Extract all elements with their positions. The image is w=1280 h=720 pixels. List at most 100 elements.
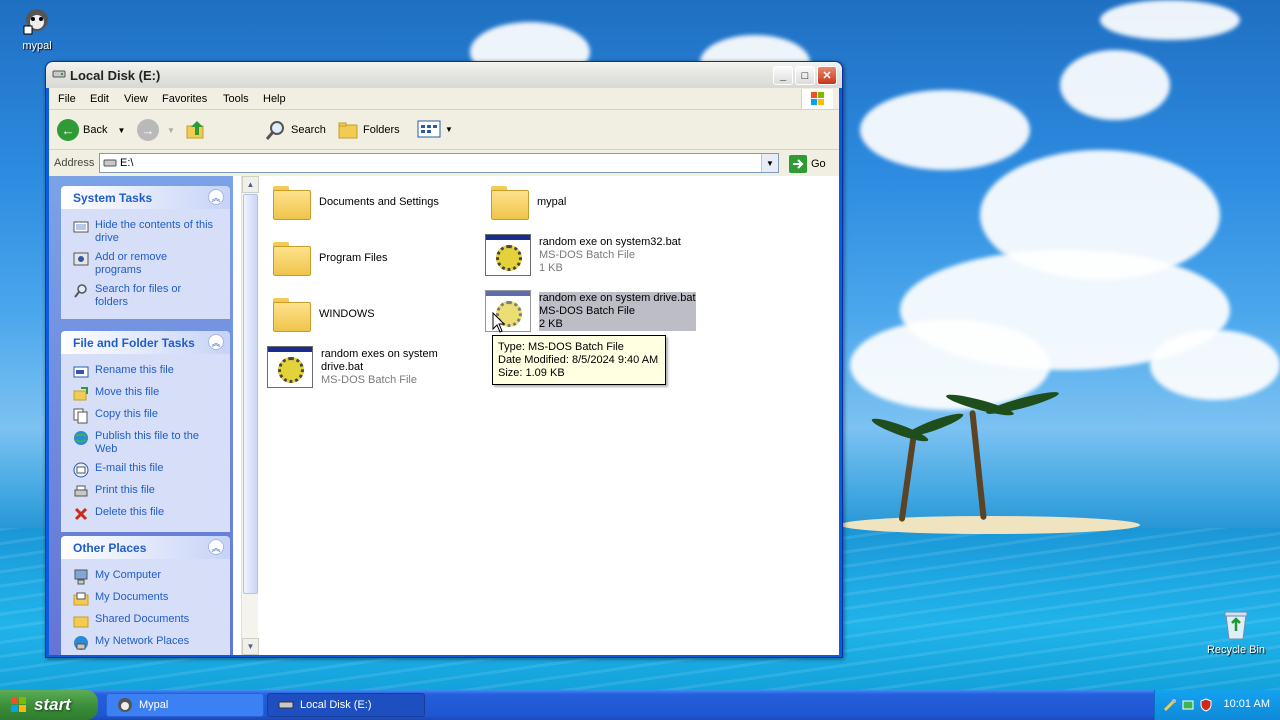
task-delete-file[interactable]: Delete this file: [73, 504, 230, 526]
window-title: Local Disk (E:): [70, 68, 161, 83]
menu-help[interactable]: Help: [263, 93, 286, 105]
scroll-up-button[interactable]: ▲: [242, 176, 259, 193]
task-publish-to-web[interactable]: Publish this file to the Web: [73, 428, 230, 460]
forward-button[interactable]: → ▼: [137, 119, 175, 141]
file-list: Documents and Settings mypal Program Fil…: [259, 176, 839, 655]
chevron-up-icon: ▲: [246, 180, 255, 189]
maximize-button[interactable]: □: [795, 66, 815, 85]
desktop-icon-mypal[interactable]: mypal: [14, 4, 60, 52]
folder-mypal[interactable]: mypal: [489, 184, 566, 220]
maximize-icon: □: [801, 69, 809, 82]
cloud: [1100, 0, 1240, 40]
file-tooltip: Type: MS-DOS Batch File Date Modified: 8…: [492, 335, 666, 385]
back-button[interactable]: ← Back ▼: [57, 119, 125, 141]
task-search-files[interactable]: Search for files or folders: [73, 281, 230, 313]
mypal-icon: [20, 4, 54, 38]
file-random-exes-on-system-drive[interactable]: random exes on system drive.bat MS-DOS B…: [267, 346, 438, 388]
task-pane-scrollbar[interactable]: ▲ ▼: [241, 176, 259, 655]
menu-view[interactable]: View: [124, 93, 148, 105]
place-shared-documents[interactable]: Shared Documents: [73, 611, 230, 633]
title-bar[interactable]: Local Disk (E:) _ □ ✕: [46, 62, 842, 88]
minimize-button[interactable]: _: [773, 66, 793, 85]
task-rename-file[interactable]: Rename this file: [73, 362, 230, 384]
batch-file-icon: [267, 346, 313, 388]
place-my-computer[interactable]: My Computer: [73, 567, 230, 589]
system-tasks-header[interactable]: System Tasks ︽: [61, 186, 230, 209]
taskbar-item-mypal[interactable]: Mypal: [106, 693, 264, 717]
up-button[interactable]: [185, 119, 207, 141]
chevron-down-icon: ▼: [246, 642, 255, 651]
taskbar-item-label: Local Disk (E:): [300, 699, 372, 711]
back-label: Back: [83, 124, 108, 136]
file-folder-tasks-header[interactable]: File and Folder Tasks ︽: [61, 331, 230, 354]
task-add-remove-programs[interactable]: Add or remove programs: [73, 249, 230, 281]
folder-windows[interactable]: WINDOWS: [271, 296, 375, 332]
address-input[interactable]: E:\ ▼: [99, 153, 779, 173]
collapse-icon[interactable]: ︽: [208, 539, 224, 555]
close-button[interactable]: ✕: [817, 66, 837, 85]
file-name: drive.bat: [321, 360, 364, 373]
place-my-documents[interactable]: My Documents: [73, 589, 230, 611]
panel-body: My Computer My Documents Shared Document…: [61, 559, 230, 655]
task-email-file[interactable]: E-mail this file: [73, 460, 230, 482]
globe-icon: [74, 431, 88, 445]
folder-up-icon: [186, 121, 204, 139]
menu-tools[interactable]: Tools: [223, 93, 249, 105]
taskbar-item-local-disk[interactable]: Local Disk (E:): [267, 693, 425, 717]
task-label: E-mail this file: [95, 462, 164, 474]
file-random-exe-on-system-drive[interactable]: random exe on system drive.bat MS-DOS Ba…: [485, 290, 696, 332]
menu-file[interactable]: File: [58, 93, 76, 105]
folder-program-files[interactable]: Program Files: [271, 240, 387, 276]
cloud: [860, 90, 1030, 170]
folder-documents-and-settings[interactable]: Documents and Settings: [271, 184, 439, 220]
panel-body: Rename this file Move this file Copy thi…: [61, 354, 230, 532]
menu-favorites[interactable]: Favorites: [162, 93, 207, 105]
other-places-header[interactable]: Other Places ︽: [61, 536, 230, 559]
tray-tools-icon[interactable]: [1163, 698, 1177, 712]
chevron-down-icon[interactable]: ▼: [117, 126, 125, 135]
task-label: Rename this file: [95, 364, 174, 376]
task-print-file[interactable]: Print this file: [73, 482, 230, 504]
file-name: Program Files: [319, 251, 388, 264]
task-hide-drive-contents[interactable]: Hide the contents of this drive: [73, 217, 230, 249]
task-move-file[interactable]: Move this file: [73, 384, 230, 406]
system-tray: 10:01 AM: [1154, 690, 1280, 720]
clock[interactable]: 10:01 AM: [1224, 698, 1270, 710]
go-label: Go: [811, 158, 826, 170]
tray-network-icon[interactable]: [1181, 698, 1195, 712]
go-button[interactable]: Go: [789, 155, 826, 173]
task-label: Copy this file: [95, 408, 158, 420]
start-button[interactable]: start: [0, 690, 98, 720]
menu-edit[interactable]: Edit: [90, 93, 109, 105]
desktop-icon-recycle-bin[interactable]: Recycle Bin: [1204, 608, 1268, 656]
task-copy-file[interactable]: Copy this file: [73, 406, 230, 428]
file-type: MS-DOS Batch File: [321, 373, 417, 386]
island: [840, 516, 1140, 534]
place-my-network-places[interactable]: My Network Places: [73, 633, 230, 655]
address-bar: Address E:\ ▼ Go: [49, 150, 839, 176]
panel-body: Hide the contents of this drive Add or r…: [61, 209, 230, 319]
task-label: Hide the contents of this drive: [95, 219, 214, 244]
views-button[interactable]: ▼: [417, 119, 453, 139]
security-shield-icon[interactable]: [1199, 698, 1213, 712]
task-label: Delete this file: [95, 506, 165, 518]
collapse-icon[interactable]: ︽: [208, 334, 224, 350]
search-button[interactable]: Search: [265, 119, 326, 141]
print-icon: [74, 485, 88, 497]
file-random-exe-on-system32[interactable]: random exe on system32.bat MS-DOS Batch …: [485, 234, 681, 276]
task-label: Search for files or folders: [95, 283, 182, 308]
windows-logo-icon: [801, 89, 833, 109]
address-dropdown-button[interactable]: ▼: [761, 154, 778, 172]
folders-button[interactable]: Folders: [337, 119, 400, 141]
chevron-down-icon: ▼: [167, 125, 175, 135]
palm-frond: [905, 410, 965, 440]
collapse-icon[interactable]: ︽: [208, 189, 224, 205]
scroll-down-button[interactable]: ▼: [242, 638, 259, 655]
folder-icon: [271, 240, 311, 276]
scrollbar-thumb[interactable]: [243, 194, 258, 594]
folder-icon: [489, 184, 529, 220]
forward-arrow-icon: →: [137, 119, 159, 141]
file-size: 2 KB: [539, 317, 563, 330]
menu-bar: File Edit View Favorites Tools Help: [49, 88, 839, 110]
search-icon: [265, 121, 284, 140]
